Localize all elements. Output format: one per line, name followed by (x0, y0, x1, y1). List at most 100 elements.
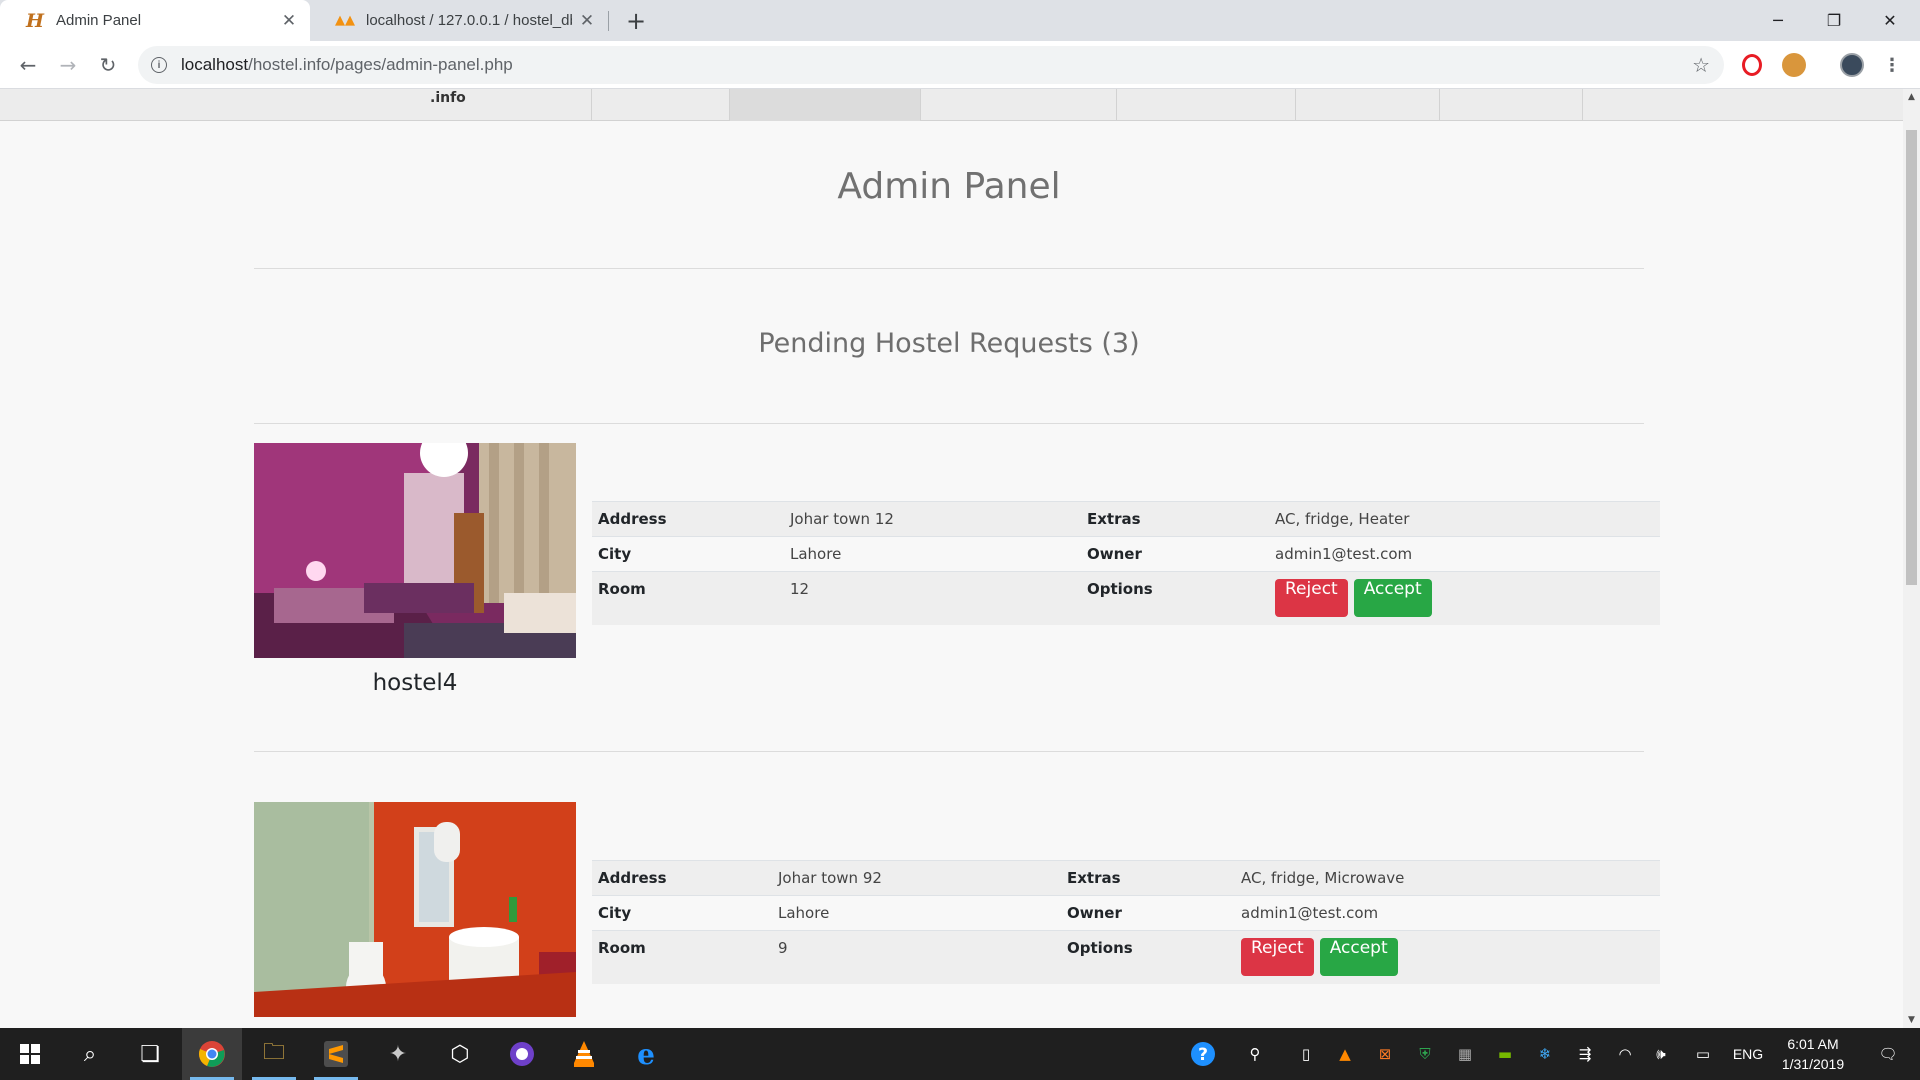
vlc-tray-icon[interactable]: ▲ (1330, 1028, 1360, 1080)
language-indicator[interactable]: ENG (1728, 1028, 1768, 1080)
city-label: City (592, 536, 784, 572)
divider (254, 268, 1644, 269)
nav-item[interactable] (591, 89, 729, 121)
city-value: Lahore (784, 536, 1081, 572)
github-desktop-icon[interactable] (492, 1028, 552, 1080)
wifi-icon[interactable]: ◠ (1610, 1028, 1640, 1080)
windows-start-icon[interactable] (0, 1028, 60, 1080)
site-info-icon[interactable]: i (151, 57, 167, 73)
restore-icon[interactable]: ❐ (1806, 0, 1862, 41)
browser-toolbar: ← → ↻ i localhost/hostel.info/pages/admi… (0, 41, 1920, 89)
page-scrollbar[interactable]: ▲ ▼ (1903, 89, 1920, 1028)
room-label: Room (592, 930, 772, 984)
sublime-text-icon[interactable] (306, 1028, 366, 1080)
owner-value: admin1@test.com (1235, 895, 1660, 931)
options-cell: Reject Accept (1269, 571, 1660, 625)
gimp-icon[interactable]: ✦ (368, 1028, 428, 1080)
scroll-down-icon[interactable]: ▼ (1903, 1012, 1920, 1028)
svg-text:?: ? (1198, 1045, 1208, 1065)
search-icon[interactable]: ⌕ (60, 1028, 120, 1080)
chrome-icon[interactable] (182, 1028, 242, 1080)
address-label: Address (592, 501, 784, 537)
usb-icon[interactable]: ▯ (1290, 1028, 1322, 1080)
nav-item[interactable] (1439, 89, 1582, 121)
address-value: Johar town 92 (772, 860, 1061, 896)
hostel-favicon-icon: H (26, 9, 44, 32)
nav-item[interactable] (920, 89, 1116, 121)
profile-avatar-icon[interactable] (1840, 53, 1864, 77)
address-value: Johar town 12 (784, 501, 1081, 537)
defender-tray-icon[interactable]: ⛨ (1410, 1028, 1440, 1080)
file-explorer-icon[interactable]: 🗀 (244, 1028, 304, 1080)
request-details-table: Address Johar town 12 Extras AC, fridge,… (592, 501, 1660, 625)
nav-divider (1582, 89, 1583, 121)
task-view-icon[interactable]: ❏ (120, 1028, 180, 1080)
new-tab-button[interactable]: + (622, 0, 650, 41)
scrollbar-thumb[interactable] (1906, 130, 1917, 585)
clock[interactable]: 6:01 AM 1/31/2019 (1765, 1034, 1861, 1074)
page-viewport: .info Admin Panel Pending Hostel Request… (0, 89, 1903, 1028)
accept-button[interactable]: Accept (1353, 579, 1432, 617)
reject-button[interactable]: Reject (1241, 938, 1314, 976)
close-window-icon[interactable]: ✕ (1862, 0, 1918, 41)
edge-icon[interactable]: e (616, 1028, 676, 1080)
table-row: Room 9 Options Reject Accept (592, 930, 1660, 984)
request-details-table: Address Johar town 92 Extras AC, fridge,… (592, 860, 1660, 984)
clock-time: 6:01 AM (1787, 1036, 1839, 1052)
clock-date: 1/31/2019 (1781, 1056, 1845, 1072)
people-icon[interactable]: ⚲ (1238, 1028, 1272, 1080)
nav-item[interactable] (1295, 89, 1439, 121)
cookie-extension-icon[interactable] (1782, 53, 1806, 77)
address-bar[interactable]: i localhost/hostel.info/pages/admin-pane… (138, 46, 1724, 84)
reload-icon[interactable]: ↻ (92, 49, 124, 81)
close-tab-icon[interactable]: ✕ (274, 11, 304, 31)
bookmark-star-icon[interactable]: ☆ (1692, 53, 1710, 77)
nvidia-tray-icon[interactable]: ▬ (1490, 1028, 1520, 1080)
tab-admin-panel[interactable]: H Admin Panel ✕ (0, 0, 310, 41)
extras-value: AC, fridge, Microwave (1235, 860, 1660, 896)
owner-label: Owner (1061, 895, 1235, 931)
close-tab-icon[interactable]: ✕ (572, 11, 602, 31)
reject-button[interactable]: Reject (1275, 579, 1348, 617)
menu-kebab-icon[interactable]: ⋮ (1880, 53, 1904, 77)
hostel-photo (254, 802, 576, 1017)
site-brand[interactable]: .info (430, 90, 466, 106)
help-icon[interactable]: ? (1186, 1028, 1220, 1080)
scroll-up-icon[interactable]: ▲ (1903, 89, 1920, 105)
battery-icon[interactable]: ▭ (1688, 1028, 1718, 1080)
nav-item-active[interactable] (729, 89, 920, 121)
options-label: Options (1061, 930, 1235, 984)
section-title: Pending Hostel Requests (3) (758, 328, 1140, 359)
options-label: Options (1081, 571, 1269, 625)
virtualbox-icon[interactable]: ⬡ (430, 1028, 490, 1080)
xampp-tray-icon[interactable]: ⊠ (1370, 1028, 1400, 1080)
accept-button[interactable]: Accept (1319, 938, 1398, 976)
tab-phpmyadmin[interactable]: ▲▲ localhost / 127.0.0.1 / hostel_db / ✕ (310, 0, 608, 41)
table-row: Room 12 Options Reject Accept (592, 571, 1660, 625)
minimize-icon[interactable]: ─ (1750, 0, 1806, 41)
app-tray-icon[interactable]: ▦ (1450, 1028, 1480, 1080)
site-navbar: .info (0, 89, 1903, 121)
table-row: Address Johar town 12 Extras AC, fridge,… (592, 501, 1660, 537)
page-title: Admin Panel (837, 166, 1061, 207)
snowflake-tray-icon[interactable]: ❄ (1530, 1028, 1560, 1080)
back-icon[interactable]: ← (12, 49, 44, 81)
tab-title: localhost / 127.0.0.1 / hostel_db / (366, 12, 572, 29)
room-value: 12 (784, 571, 1081, 625)
hostel-name: hostel4 (372, 670, 458, 696)
divider (254, 423, 1644, 424)
projection-icon[interactable]: ⇶ (1570, 1028, 1600, 1080)
windows-taskbar: ⌕ ❏ 🗀 ✦ ⬡ e ? ⚲ ▯ ▲ ⊠ ⛨ ▦ ▬ ❄ ⇶ ◠ 🕪 ▭ EN… (0, 1028, 1920, 1080)
url-text[interactable]: localhost/hostel.info/pages/admin-panel.… (181, 55, 513, 75)
forward-icon[interactable]: → (52, 49, 84, 81)
opera-extension-icon[interactable] (1742, 54, 1762, 76)
notifications-icon[interactable]: 🗨 (1864, 1028, 1912, 1080)
vlc-icon[interactable] (554, 1028, 614, 1080)
hostel-photo (254, 443, 576, 658)
nav-item[interactable] (1116, 89, 1295, 121)
city-label: City (592, 895, 772, 931)
tab-title: Admin Panel (56, 12, 142, 29)
volume-icon[interactable]: 🕪 (1646, 1028, 1676, 1080)
table-row: Address Johar town 92 Extras AC, fridge,… (592, 860, 1660, 896)
browser-tab-bar: H Admin Panel ✕ ▲▲ localhost / 127.0.0.1… (0, 0, 1920, 41)
